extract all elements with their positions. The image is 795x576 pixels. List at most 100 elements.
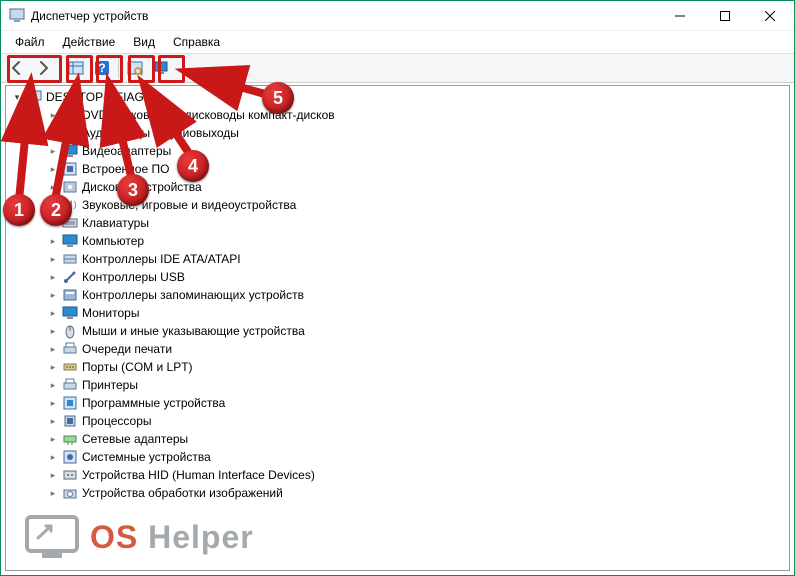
tree-row[interactable]: ▸Клавиатуры <box>6 214 789 232</box>
expander-icon[interactable]: ▸ <box>46 360 60 374</box>
device-category-label: Устройства HID (Human Interface Devices) <box>82 468 315 482</box>
expander-icon[interactable]: ▸ <box>46 234 60 248</box>
system-icon <box>62 449 78 465</box>
minimize-button[interactable] <box>657 1 702 30</box>
tree-row[interactable]: ▸ Звуковые, игровые и видеоустройства <box>6 196 789 214</box>
sound-icon <box>62 197 78 213</box>
expander-icon[interactable]: ▸ <box>46 396 60 410</box>
device-category-label: Устройства обработки изображений <box>82 486 283 500</box>
show-hidden-button[interactable] <box>64 56 88 80</box>
software-icon <box>62 395 78 411</box>
root-node-label: DESKTOP-CFIAGTS <box>46 90 159 104</box>
tree-row[interactable]: ▸ DVD-дисководы и дисководы компакт-диско… <box>6 106 789 124</box>
svg-text:?: ? <box>98 61 105 75</box>
forward-button[interactable] <box>31 56 55 80</box>
monitor-icon <box>62 305 78 321</box>
tree-row[interactable]: ▸ Дисковые устройства <box>6 178 789 196</box>
tree-row[interactable]: ▸Мыши и иные указывающие устройства <box>6 322 789 340</box>
device-category-label: Процессоры <box>82 414 152 428</box>
window-title: Диспетчер устройств <box>31 9 657 23</box>
tree-row[interactable]: ▸ Мониторы <box>6 304 789 322</box>
expander-icon[interactable]: ▸ <box>46 414 60 428</box>
expander-icon[interactable]: ▸ <box>46 486 60 500</box>
expander-icon[interactable]: ▸ <box>46 306 60 320</box>
expander-icon[interactable]: ▸ <box>46 144 60 158</box>
expander-icon[interactable]: ▸ <box>46 378 60 392</box>
storage-icon <box>62 287 78 303</box>
expander-icon[interactable]: ▸ <box>46 216 60 230</box>
device-tree[interactable]: ▾ DESKTOP-CFIAGTS ▸ DVD-дисководы и диско… <box>5 85 790 571</box>
device-category-label: Дисковые устройства <box>82 180 202 194</box>
tree-row[interactable]: ▸Аудиовходы и аудиовыходы <box>6 124 789 142</box>
help-button[interactable]: ? <box>90 56 114 80</box>
mouse-icon <box>62 323 78 339</box>
device-category-label: Встроенное ПО <box>82 162 169 176</box>
expander-icon[interactable]: ▸ <box>46 288 60 302</box>
device-category-label: Контроллеры USB <box>82 270 185 284</box>
tree-row[interactable]: ▸ Устройства HID (Human Interface Devices… <box>6 466 789 484</box>
expander-icon[interactable]: ▸ <box>46 162 60 176</box>
toolbar: ? <box>1 53 794 83</box>
expander-icon[interactable]: ▸ <box>46 432 60 446</box>
network-icon <box>62 431 78 447</box>
menu-view[interactable]: Вид <box>125 32 163 52</box>
tree-row[interactable]: ▸Видеоадаптеры <box>6 142 789 160</box>
tree-row[interactable]: ▸ Встроенное ПО <box>6 160 789 178</box>
expander-icon[interactable]: ▸ <box>46 450 60 464</box>
expander-icon[interactable]: ▸ <box>46 198 60 212</box>
printqueue-icon <box>62 341 78 357</box>
expander-icon[interactable]: ▾ <box>10 90 24 104</box>
toolbar-separator <box>59 58 60 78</box>
tree-row[interactable]: ▸ Очереди печати <box>6 340 789 358</box>
tree-root-row[interactable]: ▾ DESKTOP-CFIAGTS <box>6 88 789 106</box>
device-category-label: Системные устройства <box>82 450 211 464</box>
dvd-icon <box>62 107 78 123</box>
expander-icon[interactable]: ▸ <box>46 252 60 266</box>
expander-icon[interactable]: ▸ <box>46 342 60 356</box>
expander-icon[interactable]: ▸ <box>46 324 60 338</box>
expander-icon[interactable]: ▸ <box>46 126 60 140</box>
device-manager-icon <box>9 8 25 24</box>
expander-icon[interactable]: ▸ <box>46 468 60 482</box>
device-category-label: Очереди печати <box>82 342 172 356</box>
tree-row[interactable]: ▸ Программные устройства <box>6 394 789 412</box>
device-category-label: Звуковые, игровые и видеоустройства <box>82 198 296 212</box>
tree-row[interactable]: ▸ Системные устройства <box>6 448 789 466</box>
device-category-label: Контроллеры IDE ATA/ATAPI <box>82 252 241 266</box>
menu-file[interactable]: Файл <box>7 32 53 52</box>
disk-icon <box>62 179 78 195</box>
device-category-label: DVD-дисководы и дисководы компакт-дисков <box>82 108 335 122</box>
ide-icon <box>62 251 78 267</box>
back-button[interactable] <box>5 56 29 80</box>
menu-help[interactable]: Справка <box>165 32 228 52</box>
maximize-button[interactable] <box>702 1 747 30</box>
tree-row[interactable]: ▸Сетевые адаптеры <box>6 430 789 448</box>
close-button[interactable] <box>747 1 792 30</box>
camera-icon <box>62 485 78 501</box>
menu-action[interactable]: Действие <box>55 32 124 52</box>
port-icon <box>62 359 78 375</box>
expander-icon[interactable]: ▸ <box>46 180 60 194</box>
keyboard-icon <box>62 215 78 231</box>
computer-icon <box>62 233 78 249</box>
expander-icon[interactable]: ▸ <box>46 270 60 284</box>
device-category-label: Мониторы <box>82 306 139 320</box>
tree-row[interactable]: ▸ Контроллеры запоминающих устройств <box>6 286 789 304</box>
device-category-label: Контроллеры запоминающих устройств <box>82 288 304 302</box>
tree-row[interactable]: ▸ Процессоры <box>6 412 789 430</box>
titlebar: Диспетчер устройств <box>1 1 794 31</box>
tree-row[interactable]: ▸ Контроллеры IDE ATA/ATAPI <box>6 250 789 268</box>
scan-hardware-button[interactable] <box>123 56 147 80</box>
device-category-label: Компьютер <box>82 234 144 248</box>
firmware-icon <box>62 161 78 177</box>
expander-icon[interactable]: ▸ <box>46 108 60 122</box>
tree-row[interactable]: ▸ Компьютер <box>6 232 789 250</box>
display-icon <box>62 143 78 159</box>
tree-row[interactable]: ▸Принтеры <box>6 376 789 394</box>
toolbar-separator <box>118 58 119 78</box>
view-devices-button[interactable] <box>149 56 173 80</box>
device-category-label: Программные устройства <box>82 396 225 410</box>
tree-row[interactable]: ▸Порты (COM и LPT) <box>6 358 789 376</box>
tree-row[interactable]: ▸ Устройства обработки изображений <box>6 484 789 502</box>
tree-row[interactable]: ▸ Контроллеры USB <box>6 268 789 286</box>
